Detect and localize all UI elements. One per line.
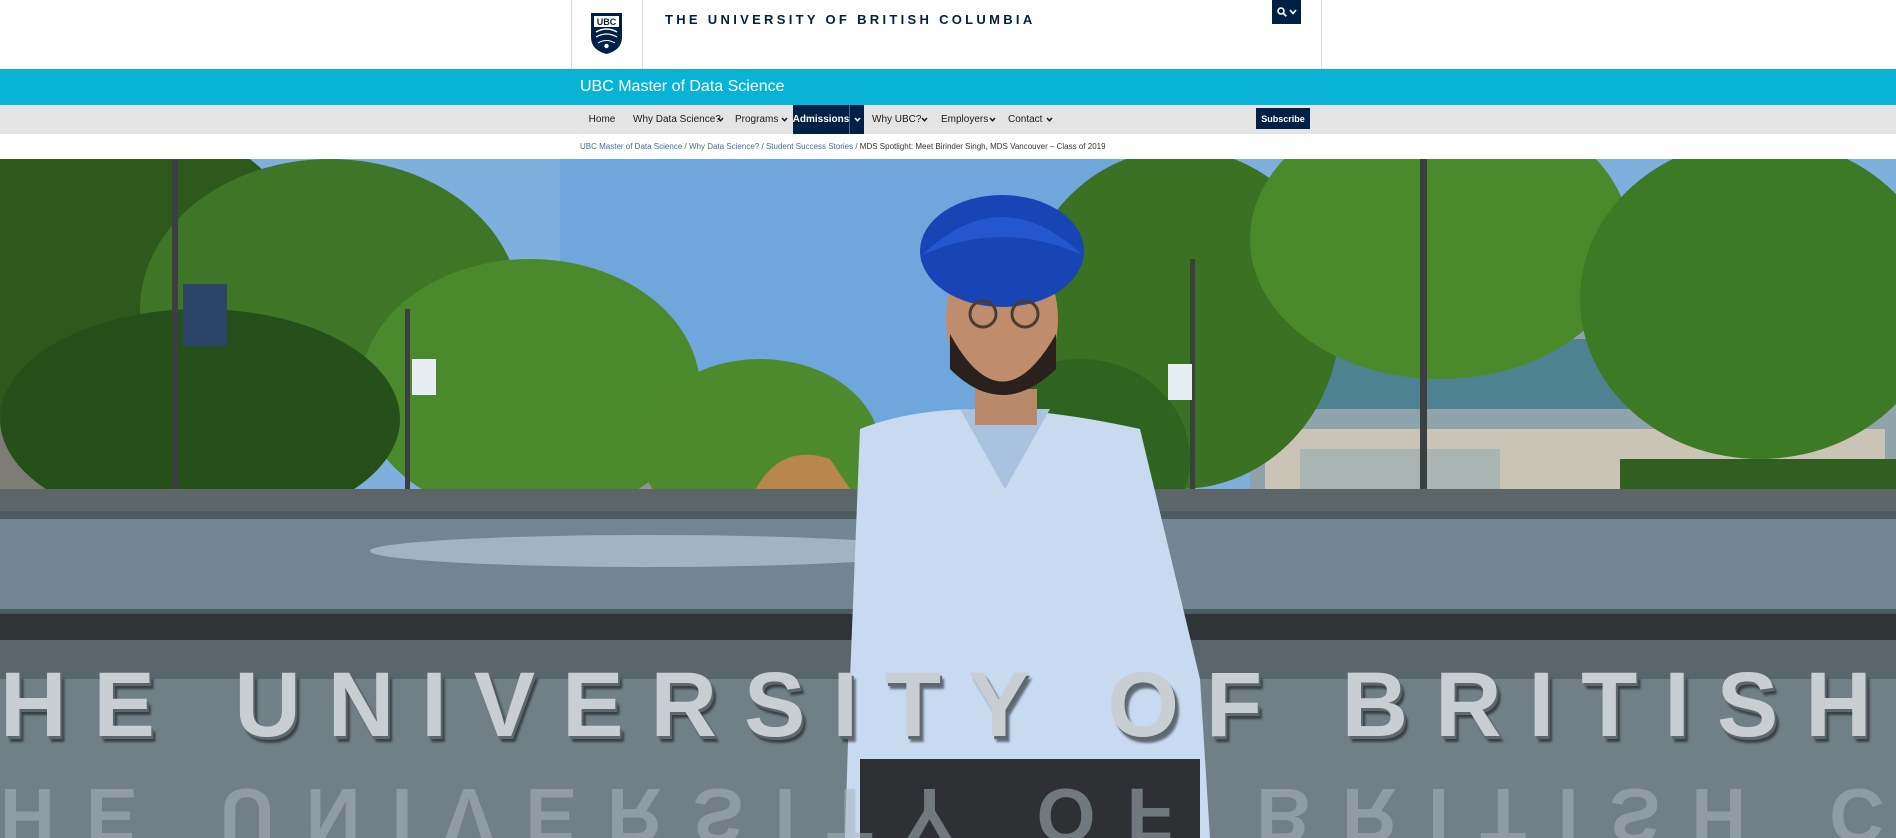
nav-dropdown-employers[interactable] xyxy=(985,105,999,134)
nav-dropdown-why-ubc[interactable] xyxy=(917,105,931,134)
breadcrumb-separator: / xyxy=(855,142,858,151)
ubc-global-header: UBC THE UNIVERSITY OF BRITISH COLUMBIA xyxy=(0,0,1896,70)
nav-item-why-data-science[interactable]: Why Data Science? xyxy=(627,105,721,134)
chevron-down-icon xyxy=(920,117,928,122)
ubc-crest-link[interactable]: UBC xyxy=(572,0,643,69)
nav-item-home[interactable]: Home xyxy=(580,105,624,134)
nav-dropdown-admissions[interactable] xyxy=(849,105,864,134)
nav-item-why-ubc[interactable]: Why UBC? xyxy=(866,105,921,134)
search-icon xyxy=(1276,7,1287,17)
chevron-down-icon xyxy=(716,117,724,122)
sculpture-lettering: HE UNIVERSITY OF BRITISH C xyxy=(0,654,1896,756)
chevron-down-icon xyxy=(1288,9,1297,15)
unit-title[interactable]: UBC Master of Data Science xyxy=(580,78,785,96)
chevron-down-icon xyxy=(780,117,788,122)
hero-image: HE UNIVERSITY OF BRITISH C HE UNIVERSITY… xyxy=(0,159,1896,838)
unit-title-bar: UBC Master of Data Science xyxy=(0,69,1896,105)
breadcrumb-link-student-success-stories[interactable]: Student Success Stories xyxy=(766,142,853,151)
nav-dropdown-contact[interactable] xyxy=(1042,105,1056,134)
ubc-wordmark[interactable]: THE UNIVERSITY OF BRITISH COLUMBIA xyxy=(665,12,1036,27)
breadcrumb-link-home[interactable]: UBC Master of Data Science xyxy=(580,142,682,151)
nav-dropdown-why-data-science[interactable] xyxy=(713,105,727,134)
chevron-down-icon xyxy=(1045,117,1053,122)
turban xyxy=(920,195,1084,307)
chevron-down-icon xyxy=(853,117,861,122)
search-toggle-button[interactable] xyxy=(1272,0,1301,24)
sculpture-lettering-reflection: HE UNIVERSITY OF BRITISH C xyxy=(0,772,1896,838)
breadcrumb-separator: / xyxy=(684,142,687,151)
breadcrumb-link-why-data-science[interactable]: Why Data Science? xyxy=(689,142,759,151)
ubc-crest-icon: UBC xyxy=(591,13,622,54)
nav-item-admissions[interactable]: Admissions xyxy=(793,105,849,134)
nav-dropdown-programs[interactable] xyxy=(777,105,791,134)
ubc-header-box: UBC THE UNIVERSITY OF BRITISH COLUMBIA xyxy=(571,0,1322,69)
breadcrumb-current-page: MDS Spotlight: Meet Birinder Singh, MDS … xyxy=(859,142,1106,151)
crest-text: UBC xyxy=(597,17,617,27)
breadcrumb-separator: / xyxy=(761,142,764,151)
subscribe-button[interactable]: Subscribe xyxy=(1256,108,1310,129)
primary-navigation: Home Why Data Science? Programs Admissio… xyxy=(0,105,1896,134)
chevron-down-icon xyxy=(988,117,996,122)
breadcrumb: UBC Master of Data Science / Why Data Sc… xyxy=(580,142,1106,151)
